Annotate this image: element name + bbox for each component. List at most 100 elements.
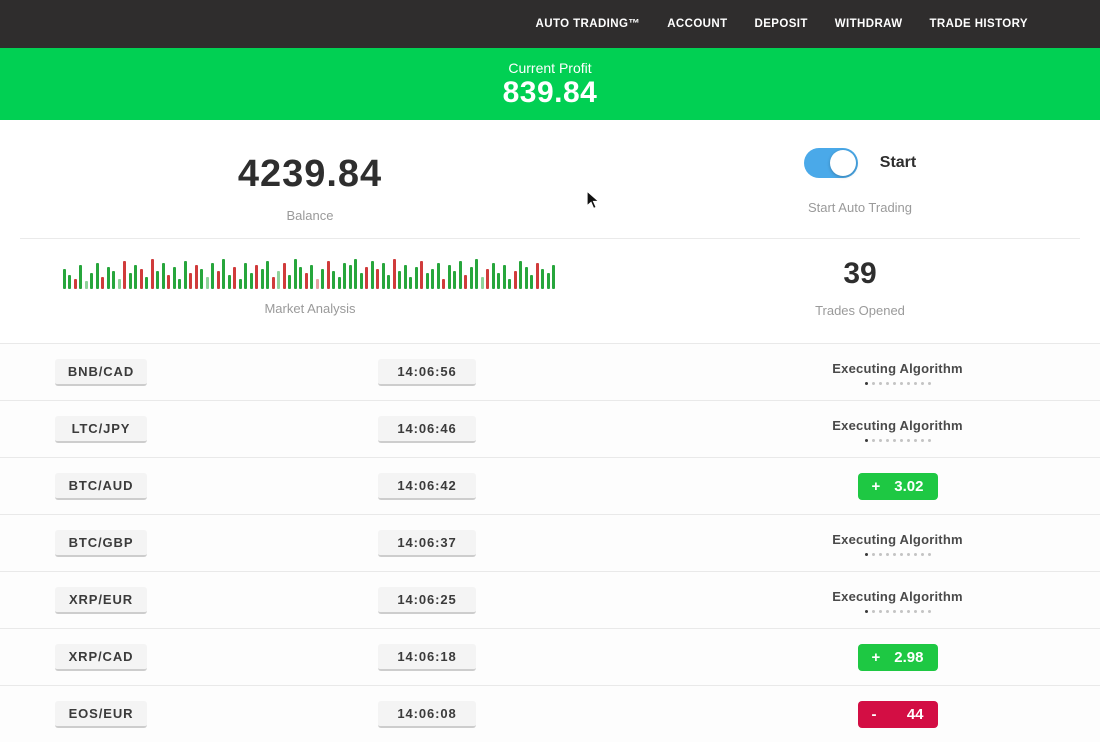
market-bar	[536, 263, 539, 289]
market-analysis-label: Market Analysis	[264, 301, 355, 316]
progress-dot	[921, 382, 924, 385]
progress-dot	[886, 610, 889, 613]
toggle-start-label: Start	[880, 154, 916, 172]
pair-badge: XRP/CAD	[55, 644, 147, 671]
result-value: 2.98	[894, 649, 923, 666]
balance-value: 4239.84	[238, 153, 382, 196]
progress-dot	[928, 382, 931, 385]
market-bar	[200, 269, 203, 289]
progress-dots	[865, 382, 931, 385]
progress-dot	[900, 439, 903, 442]
market-bar	[475, 259, 478, 289]
market-bar	[321, 269, 324, 289]
progress-dot	[893, 610, 896, 613]
trade-row: XRP/EUR14:06:25Executing Algorithm	[0, 571, 1100, 628]
current-profit-banner: Current Profit 839.84	[0, 48, 1100, 120]
progress-dot	[886, 382, 889, 385]
result-sign: +	[872, 649, 881, 666]
market-bar	[79, 265, 82, 289]
progress-dot	[879, 553, 882, 556]
progress-dots	[865, 439, 931, 442]
progress-dot	[928, 439, 931, 442]
market-bar	[464, 275, 467, 289]
progress-dot	[914, 382, 917, 385]
result-value: 44	[907, 706, 924, 723]
time-badge: 14:06:56	[378, 359, 476, 386]
progress-dot	[907, 382, 910, 385]
market-bar	[277, 271, 280, 289]
progress-dot	[886, 553, 889, 556]
market-bar	[156, 271, 159, 289]
market-bar	[552, 265, 555, 289]
market-bar	[244, 263, 247, 289]
market-bar	[162, 263, 165, 289]
auto-trading-toggle[interactable]	[804, 148, 858, 178]
market-bar	[426, 273, 429, 289]
market-bar	[481, 277, 484, 289]
market-section: Market Analysis 39 Trades Opened	[0, 239, 1100, 343]
pair-badge: LTC/JPY	[55, 416, 147, 443]
market-bar	[101, 277, 104, 289]
status-box: Executing Algorithm	[780, 515, 1015, 572]
nav-item-trade-history[interactable]: TRADE HISTORY	[930, 18, 1029, 30]
nav-item-deposit[interactable]: DEPOSIT	[755, 18, 808, 30]
trades-opened-value: 39	[843, 257, 876, 291]
progress-dot	[865, 553, 868, 556]
market-bar	[530, 275, 533, 289]
market-bar	[68, 275, 71, 289]
status-box: Executing Algorithm	[780, 572, 1015, 629]
market-bar	[519, 261, 522, 289]
market-bar	[459, 261, 462, 289]
progress-dot	[872, 439, 875, 442]
progress-dot	[872, 382, 875, 385]
time-badge: 14:06:37	[378, 530, 476, 557]
market-bar	[376, 269, 379, 289]
market-analysis-chart	[63, 255, 558, 289]
pair-badge: BTC/GBP	[55, 530, 147, 557]
pair-badge: EOS/EUR	[55, 701, 147, 728]
progress-dot	[865, 439, 868, 442]
progress-dot	[921, 553, 924, 556]
executing-algorithm-label: Executing Algorithm	[832, 361, 962, 376]
market-bar	[437, 263, 440, 289]
market-bar	[541, 269, 544, 289]
market-bar	[74, 279, 77, 289]
market-bar	[118, 279, 121, 289]
nav-item-account[interactable]: ACCOUNT	[667, 18, 727, 30]
progress-dot	[865, 382, 868, 385]
pair-badge: XRP/EUR	[55, 587, 147, 614]
status-box: -44	[780, 686, 1015, 742]
market-bar	[206, 277, 209, 289]
balance-label: Balance	[287, 208, 334, 223]
progress-dot	[893, 439, 896, 442]
market-bar	[255, 265, 258, 289]
executing-algorithm-label: Executing Algorithm	[832, 589, 962, 604]
current-profit-value: 839.84	[503, 76, 598, 110]
balance-section: 4239.84 Balance Start Start Auto Trading	[0, 120, 1100, 238]
status-box: Executing Algorithm	[780, 401, 1015, 458]
progress-dot	[914, 439, 917, 442]
market-bar	[217, 271, 220, 289]
market-bar	[233, 267, 236, 289]
market-bar	[387, 275, 390, 289]
status-box: +3.02	[780, 458, 1015, 515]
trade-row: XRP/CAD 14:06:18 +2.98	[0, 628, 1100, 685]
time-badge: 14:06:18	[378, 644, 476, 671]
market-bar	[316, 279, 319, 289]
market-bar	[63, 269, 66, 289]
market-bar	[167, 275, 170, 289]
nav-item-auto-trading[interactable]: AUTO TRADING™	[536, 18, 641, 30]
status-box: Executing Algorithm	[780, 344, 1015, 401]
loss-badge: -44	[858, 701, 938, 728]
progress-dot	[872, 553, 875, 556]
nav-item-withdraw[interactable]: WITHDRAW	[835, 18, 903, 30]
progress-dot	[893, 553, 896, 556]
progress-dots	[865, 553, 931, 556]
market-bar	[360, 273, 363, 289]
progress-dot	[865, 610, 868, 613]
trade-row: EOS/EUR14:06:08-44	[0, 685, 1100, 742]
market-bar	[189, 273, 192, 289]
trade-row: BNB/CAD14:06:56Executing Algorithm	[0, 343, 1100, 400]
market-bar	[332, 271, 335, 289]
market-bar	[123, 261, 126, 289]
